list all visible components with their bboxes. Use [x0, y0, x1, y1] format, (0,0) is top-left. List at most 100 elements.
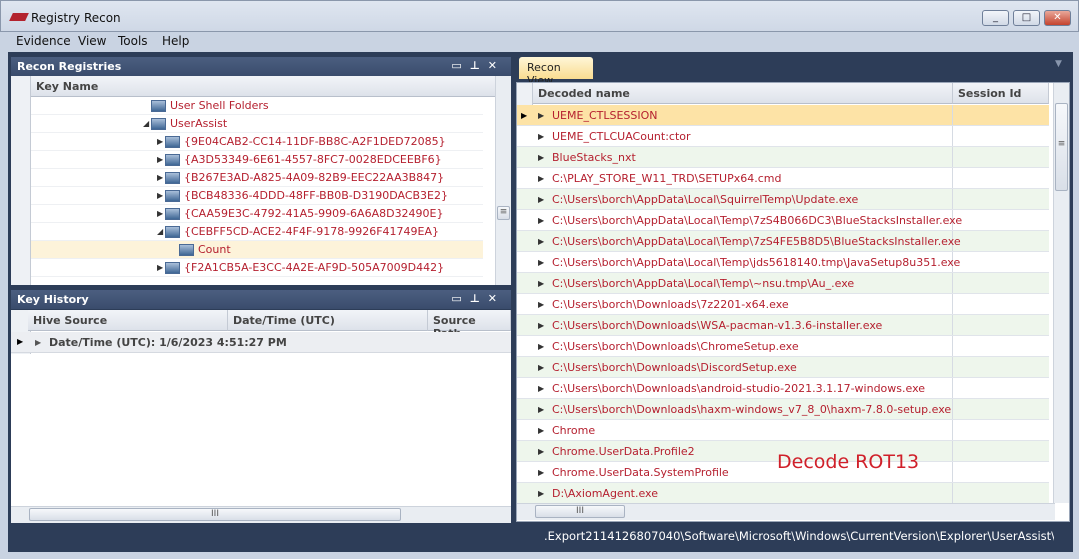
folder-icon [165, 208, 180, 220]
expand-icon[interactable]: ▶ [157, 155, 163, 164]
expand-icon[interactable]: ▶ [538, 132, 544, 141]
expand-icon[interactable]: ▶ [538, 468, 544, 477]
panel-controls-icon[interactable]: ▭⊥✕ [451, 292, 505, 305]
scroll-thumb[interactable]: III [535, 505, 625, 518]
tree-item[interactable]: ▶ {F2A1CB5A-E3CC-4A2E-AF9D-505A7009D442} [31, 259, 483, 277]
expand-icon[interactable]: ▶ [538, 426, 544, 435]
expand-icon[interactable]: ▶ [538, 174, 544, 183]
table-row[interactable]: ▶ C:\Users\borch\AppData\Local\Temp\7zS4F… [517, 231, 1049, 252]
expand-icon[interactable]: ▶ [35, 338, 41, 347]
expand-icon[interactable]: ◢ [157, 227, 163, 236]
tree-item-label: User Shell Folders [170, 99, 269, 112]
decoded-name-text: C:\Users\borch\Downloads\7z2201-x64.exe [552, 298, 789, 311]
tab-recon-view[interactable]: Recon View [519, 57, 593, 87]
table-row[interactable]: ▶ C:\Users\borch\AppData\Local\SquirrelTe… [517, 189, 1049, 210]
decoded-name-text: C:\Users\borch\AppData\Local\Temp\7zS4B0… [552, 214, 963, 227]
expand-icon[interactable]: ▶ [538, 447, 544, 456]
menu-help[interactable]: Help [162, 34, 189, 48]
recon-vertical-scrollbar[interactable]: ≡ [1053, 83, 1069, 503]
column-hive-source[interactable]: Hive Source [28, 310, 228, 331]
tree-item[interactable]: ◢ UserAssist [31, 115, 483, 133]
tree-vertical-scrollbar[interactable]: ≡ [495, 76, 511, 285]
expand-icon[interactable]: ▶ [538, 405, 544, 414]
decoded-name-text: C:\Users\borch\AppData\Local\Temp\jds561… [552, 256, 961, 269]
table-row[interactable]: ▶ C:\Users\borch\Downloads\android-studio… [517, 378, 1049, 399]
expand-icon[interactable]: ▶ [538, 321, 544, 330]
expand-icon[interactable]: ▶ [538, 342, 544, 351]
table-row[interactable]: ▶ D:\AxiomAgent.exe [517, 483, 1049, 503]
table-row[interactable]: ▶ C:\Users\borch\Downloads\7z2201-x64.exe [517, 294, 1049, 315]
expand-icon[interactable]: ▶ [538, 111, 544, 120]
column-datetime[interactable]: Date/Time (UTC) [228, 310, 428, 331]
recon-horizontal-scrollbar[interactable]: III [517, 503, 1055, 520]
tree-item[interactable]: ▶ {BCB48336-4DDD-48FF-BB0B-D3190DACB3E2} [31, 187, 483, 205]
tree-item[interactable]: Count [31, 241, 483, 259]
column-source-path[interactable]: Source Path [428, 310, 511, 340]
decoded-name-text: D:\AxiomAgent.exe [552, 487, 658, 500]
table-row[interactable]: ▶ C:\Users\borch\AppData\Local\Temp\jds56… [517, 252, 1049, 273]
expand-icon[interactable]: ▶ [157, 173, 163, 182]
table-row[interactable]: ▶ C:\Users\borch\Downloads\haxm-windows_v… [517, 399, 1049, 420]
table-row[interactable]: ▶ C:\PLAY_STORE_W11_TRD\SETUPx64.cmd [517, 168, 1049, 189]
decoded-name-text: Chrome [552, 424, 596, 437]
tree-item-label: {F2A1CB5A-E3CC-4A2E-AF9D-505A7009D442} [184, 261, 445, 274]
table-row[interactable]: ▶ C:\Users\borch\Downloads\WSA-pacman-v1.… [517, 315, 1049, 336]
decoded-name-text: C:\Users\borch\AppData\Local\Temp\7zS4FE… [552, 235, 961, 248]
panel-title: Key History [17, 293, 89, 306]
folder-icon [165, 154, 180, 166]
expand-icon[interactable]: ▶ [538, 237, 544, 246]
scroll-thumb[interactable]: III [29, 508, 401, 521]
decoded-name-text: C:\Users\borch\AppData\Local\Temp\~nsu.t… [552, 277, 855, 290]
menu-tools[interactable]: Tools [118, 34, 148, 48]
history-horizontal-scrollbar[interactable]: III [11, 506, 511, 523]
table-row[interactable]: ▶ ▶ UEME_CTLSESSION [517, 105, 1049, 126]
table-row[interactable]: ▶ BlueStacks_nxt [517, 147, 1049, 168]
tree-item[interactable]: ▶ {A3D53349-6E61-4557-8FC7-0028EDCEEBF6} [31, 151, 483, 169]
expand-icon[interactable]: ▶ [157, 137, 163, 146]
table-row[interactable]: ▶ UEME_CTLCUACount:ctor [517, 126, 1049, 147]
registry-tree: Key Name User Shell Folders ◢ UserAssist ▶ {… [11, 76, 511, 285]
expand-icon[interactable]: ▶ [538, 279, 544, 288]
maximize-button[interactable]: □ [1013, 10, 1040, 26]
expand-icon[interactable]: ▶ [538, 384, 544, 393]
table-row[interactable]: ▶ Chrome [517, 420, 1049, 441]
decoded-name-text: C:\Users\borch\Downloads\ChromeSetup.exe [552, 340, 799, 353]
column-decoded-name[interactable]: Decoded name [533, 83, 953, 104]
tree-item[interactable]: ◢ {CEBFF5CD-ACE2-4F4F-9178-9926F41749EA} [31, 223, 483, 241]
expand-icon[interactable]: ▶ [538, 363, 544, 372]
scroll-thumb[interactable]: ≡ [497, 206, 510, 220]
close-button[interactable]: ✕ [1044, 10, 1071, 26]
group-row[interactable]: ▶ ▶ Date/Time (UTC): 1/6/2023 4:51:27 PM [11, 332, 511, 353]
panel-controls-icon[interactable]: ▭⊥✕ [451, 59, 505, 72]
scroll-thumb[interactable]: ≡ [1055, 103, 1068, 191]
tab-dropdown-icon[interactable]: ▼ [1055, 59, 1062, 69]
expand-icon[interactable]: ▶ [157, 263, 163, 272]
expand-icon[interactable]: ▶ [538, 300, 544, 309]
expand-icon[interactable]: ▶ [538, 489, 544, 498]
column-session-id[interactable]: Session Id [953, 83, 1049, 104]
table-row[interactable]: ▶ C:\Users\borch\AppData\Local\Temp\7zS4B… [517, 210, 1049, 231]
expand-icon[interactable]: ▶ [157, 209, 163, 218]
status-path: .Export2114126807040\Software\Microsoft\… [544, 529, 1054, 543]
column-key-name[interactable]: Key Name [31, 76, 497, 97]
table-row[interactable]: ▶ C:\Users\borch\Downloads\DiscordSetup.e… [517, 357, 1049, 378]
minimize-button[interactable]: _ [982, 10, 1009, 26]
panel-title: Recon Registries [17, 60, 122, 73]
tree-item[interactable]: User Shell Folders [31, 97, 483, 115]
tree-item[interactable]: ▶ {B267E3AD-A825-4A09-82B9-EEC22AA3B847} [31, 169, 483, 187]
expand-icon[interactable]: ▶ [538, 153, 544, 162]
decoded-name-text: C:\Users\borch\Downloads\DiscordSetup.ex… [552, 361, 797, 374]
menu-evidence[interactable]: Evidence [16, 34, 71, 48]
expand-icon[interactable]: ▶ [538, 216, 544, 225]
table-row[interactable]: ▶ C:\Users\borch\Downloads\ChromeSetup.ex… [517, 336, 1049, 357]
expand-icon[interactable]: ◢ [143, 119, 149, 128]
table-row[interactable]: ▶ C:\Users\borch\AppData\Local\Temp\~nsu.… [517, 273, 1049, 294]
expand-icon[interactable]: ▶ [157, 191, 163, 200]
tree-item-label: {B267E3AD-A825-4A09-82B9-EEC22AA3B847} [184, 171, 445, 184]
tree-item[interactable]: ▶ {9E04CAB2-CC14-11DF-BB8C-A2F1DED72085} [31, 133, 483, 151]
expand-icon[interactable]: ▶ [538, 195, 544, 204]
tree-item[interactable]: ▶ {CAA59E3C-4792-41A5-9909-6A6A8D32490E} [31, 205, 483, 223]
menu-view[interactable]: View [78, 34, 106, 48]
expand-icon[interactable]: ▶ [538, 258, 544, 267]
menu-bar: Evidence View Tools Help [0, 32, 1079, 52]
